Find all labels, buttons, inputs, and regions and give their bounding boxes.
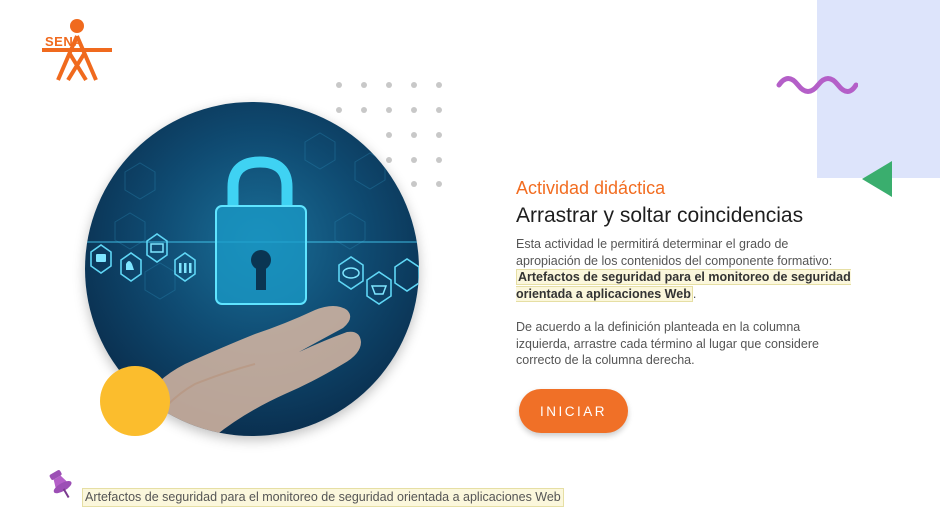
sena-logo-icon — [42, 19, 112, 82]
green-triangle-decoration — [862, 161, 892, 197]
yellow-circle-decoration — [100, 366, 170, 436]
activity-title: Arrastrar y soltar coincidencias — [516, 204, 804, 227]
start-button[interactable]: INICIAR — [519, 389, 628, 433]
squiggle-decoration — [776, 76, 858, 94]
intro-paragraph: Esta actividad le permitirá determinar e… — [516, 236, 856, 302]
intro-text: Esta actividad le permitirá determinar e… — [516, 237, 833, 268]
component-highlight: Artefactos de seguridad para el monitore… — [516, 269, 851, 302]
pushpin-icon — [49, 470, 72, 498]
instructions-paragraph: De acuerdo a la definición planteada en … — [516, 320, 819, 367]
footer-component-link[interactable]: Artefactos de seguridad para el monitore… — [82, 488, 564, 507]
sena-logo: SENA — [40, 18, 114, 84]
lock-icon — [215, 156, 307, 305]
logo-text: SENA — [45, 34, 84, 49]
activity-subtitle: Actividad didáctica — [516, 178, 666, 198]
intro-end: . — [692, 286, 697, 301]
